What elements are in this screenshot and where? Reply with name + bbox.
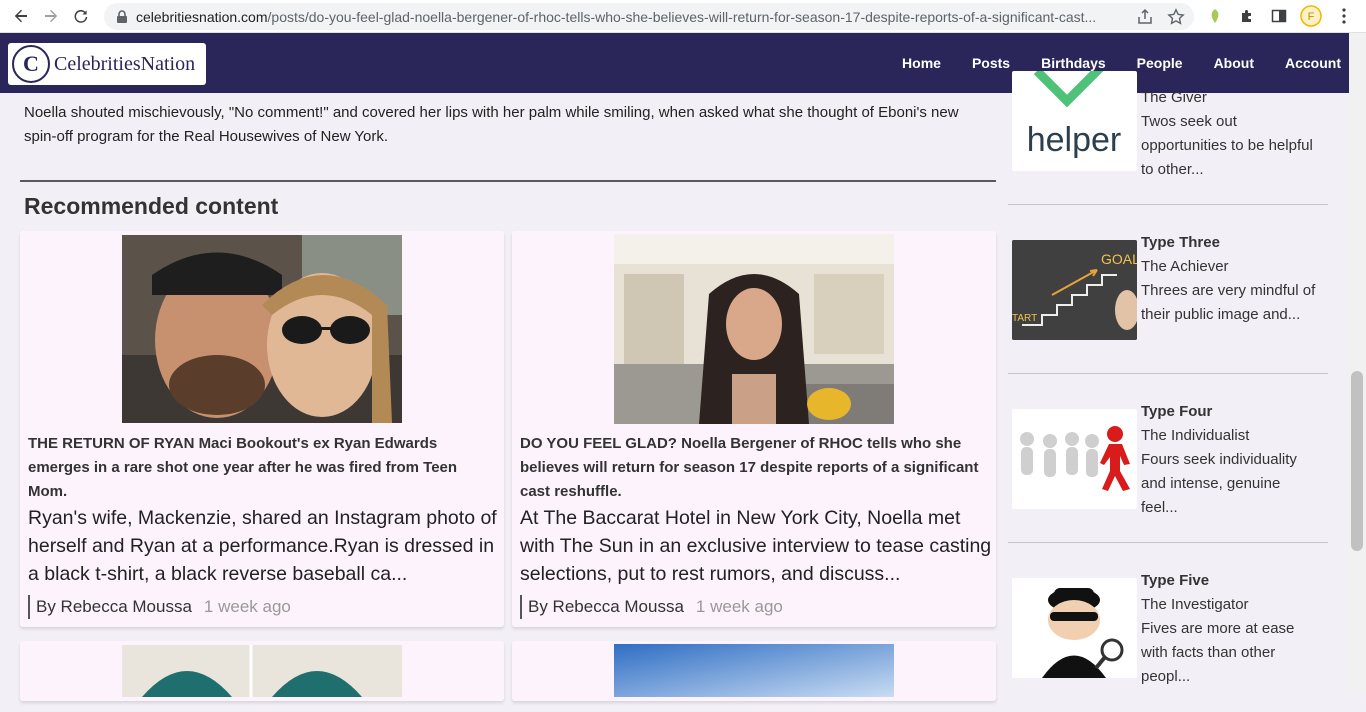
site-logo[interactable]: C CelebritiesNation: [8, 43, 206, 85]
card-photo-beanie[interactable]: [122, 645, 402, 697]
page-scrollbar[interactable]: [1349, 33, 1366, 693]
nav-home[interactable]: Home: [902, 55, 941, 71]
main-content: Noella shouted mischievously, "No commen…: [0, 93, 1000, 701]
extension-leaf-icon[interactable]: [1204, 5, 1226, 27]
card-meta: By Rebecca Moussa 1 week ago: [520, 595, 783, 619]
sidebar-item-name: The Giver: [1141, 89, 1207, 106]
thumb-goal-stairs: GOAL TART: [1012, 240, 1137, 340]
thumb-investigator: [1012, 578, 1137, 678]
logo-mark: C: [12, 45, 50, 83]
sidebar: helper The Giver Twos seek out opportuni…: [1000, 71, 1349, 693]
thumb-helper-text: helper: [1027, 121, 1122, 159]
sidebar-item-type: Type Three: [1141, 234, 1220, 251]
logo-text: CelebritiesNation: [54, 52, 196, 75]
sidebar-item-name: The Individualist: [1141, 427, 1250, 444]
menu-kebab-icon[interactable]: [1333, 5, 1355, 27]
sidebar-item-desc: Fives are more at ease with facts than o…: [1141, 620, 1295, 685]
card-date: 1 week ago: [695, 597, 783, 616]
svg-text:F: F: [1308, 11, 1315, 23]
thumb-individualist: [1012, 409, 1137, 509]
sidebar-item[interactable]: Type Five The Investigator Fives are mor…: [1008, 543, 1328, 712]
card-excerpt: At The Baccarat Hotel in New York City, …: [520, 507, 992, 585]
recommended-card[interactable]: [512, 641, 996, 701]
nav-posts[interactable]: Posts: [972, 55, 1010, 71]
profile-avatar-icon[interactable]: F: [1300, 5, 1322, 27]
thumb-helper: helper: [1012, 71, 1137, 171]
sidebar-item-desc: Fours seek individuality and intense, ge…: [1141, 451, 1297, 516]
recommended-heading: Recommended content: [24, 193, 279, 219]
article-paragraph: Noella shouted mischievously, "No commen…: [24, 104, 959, 145]
card-excerpt: Ryan's wife, Mackenzie, shared an Instag…: [28, 507, 497, 585]
card-headline[interactable]: DO YOU FEEL GLAD? Noella Bergener of RHO…: [520, 432, 990, 504]
sidebar-item-desc: Twos seek out opportunities to be helpfu…: [1141, 113, 1313, 178]
card-photo-sky[interactable]: [614, 644, 894, 697]
sidebar-item[interactable]: GOAL TART Type Three The Achiever Threes…: [1008, 205, 1328, 374]
card-meta: By Rebecca Moussa 1 week ago: [28, 595, 291, 619]
card-date: 1 week ago: [203, 597, 291, 616]
side-panel-icon[interactable]: [1268, 5, 1290, 27]
card-photo-noella[interactable]: [614, 234, 894, 424]
forward-icon[interactable]: [36, 1, 66, 31]
scrollbar-thumb[interactable]: [1351, 371, 1363, 551]
sidebar-item-name: The Achiever: [1141, 258, 1229, 275]
sidebar-item[interactable]: Type Four The Individualist Fours seek i…: [1008, 374, 1328, 543]
card-author[interactable]: By Rebecca Moussa: [528, 597, 684, 616]
extensions-puzzle-icon[interactable]: [1236, 5, 1258, 27]
sidebar-item-type: Type Five: [1141, 572, 1210, 589]
sidebar-item-desc: Threes are very mindful of their public …: [1141, 282, 1316, 323]
sidebar-item-type: Type Four: [1141, 403, 1213, 420]
recommended-card[interactable]: DO YOU FEEL GLAD? Noella Bergener of RHO…: [512, 231, 996, 627]
thumb-goal-text: GOAL: [1101, 251, 1137, 267]
address-bar[interactable]: celebritiesnation.com/posts/do-you-feel-…: [104, 3, 1194, 30]
url-text[interactable]: celebritiesnation.com/posts/do-you-feel-…: [136, 9, 1121, 25]
card-author[interactable]: By Rebecca Moussa: [36, 597, 192, 616]
share-icon[interactable]: [1136, 8, 1154, 26]
reload-icon[interactable]: [66, 1, 96, 31]
thumb-start-text: TART: [1012, 313, 1037, 324]
sidebar-item[interactable]: helper The Giver Twos seek out opportuni…: [1008, 36, 1328, 205]
recommended-card[interactable]: THE RETURN OF RYAN Maci Bookout's ex Rya…: [20, 231, 504, 627]
sidebar-item-name: The Investigator: [1141, 596, 1249, 613]
lock-icon[interactable]: [108, 9, 136, 24]
card-photo-couple[interactable]: [122, 235, 402, 423]
card-headline[interactable]: THE RETURN OF RYAN Maci Bookout's ex Rya…: [28, 432, 498, 504]
recommended-card[interactable]: [20, 641, 504, 701]
browser-toolbar: celebritiesnation.com/posts/do-you-feel-…: [0, 0, 1366, 33]
back-icon[interactable]: [6, 1, 36, 31]
section-divider: [20, 180, 996, 182]
bookmark-star-icon[interactable]: [1167, 8, 1185, 26]
